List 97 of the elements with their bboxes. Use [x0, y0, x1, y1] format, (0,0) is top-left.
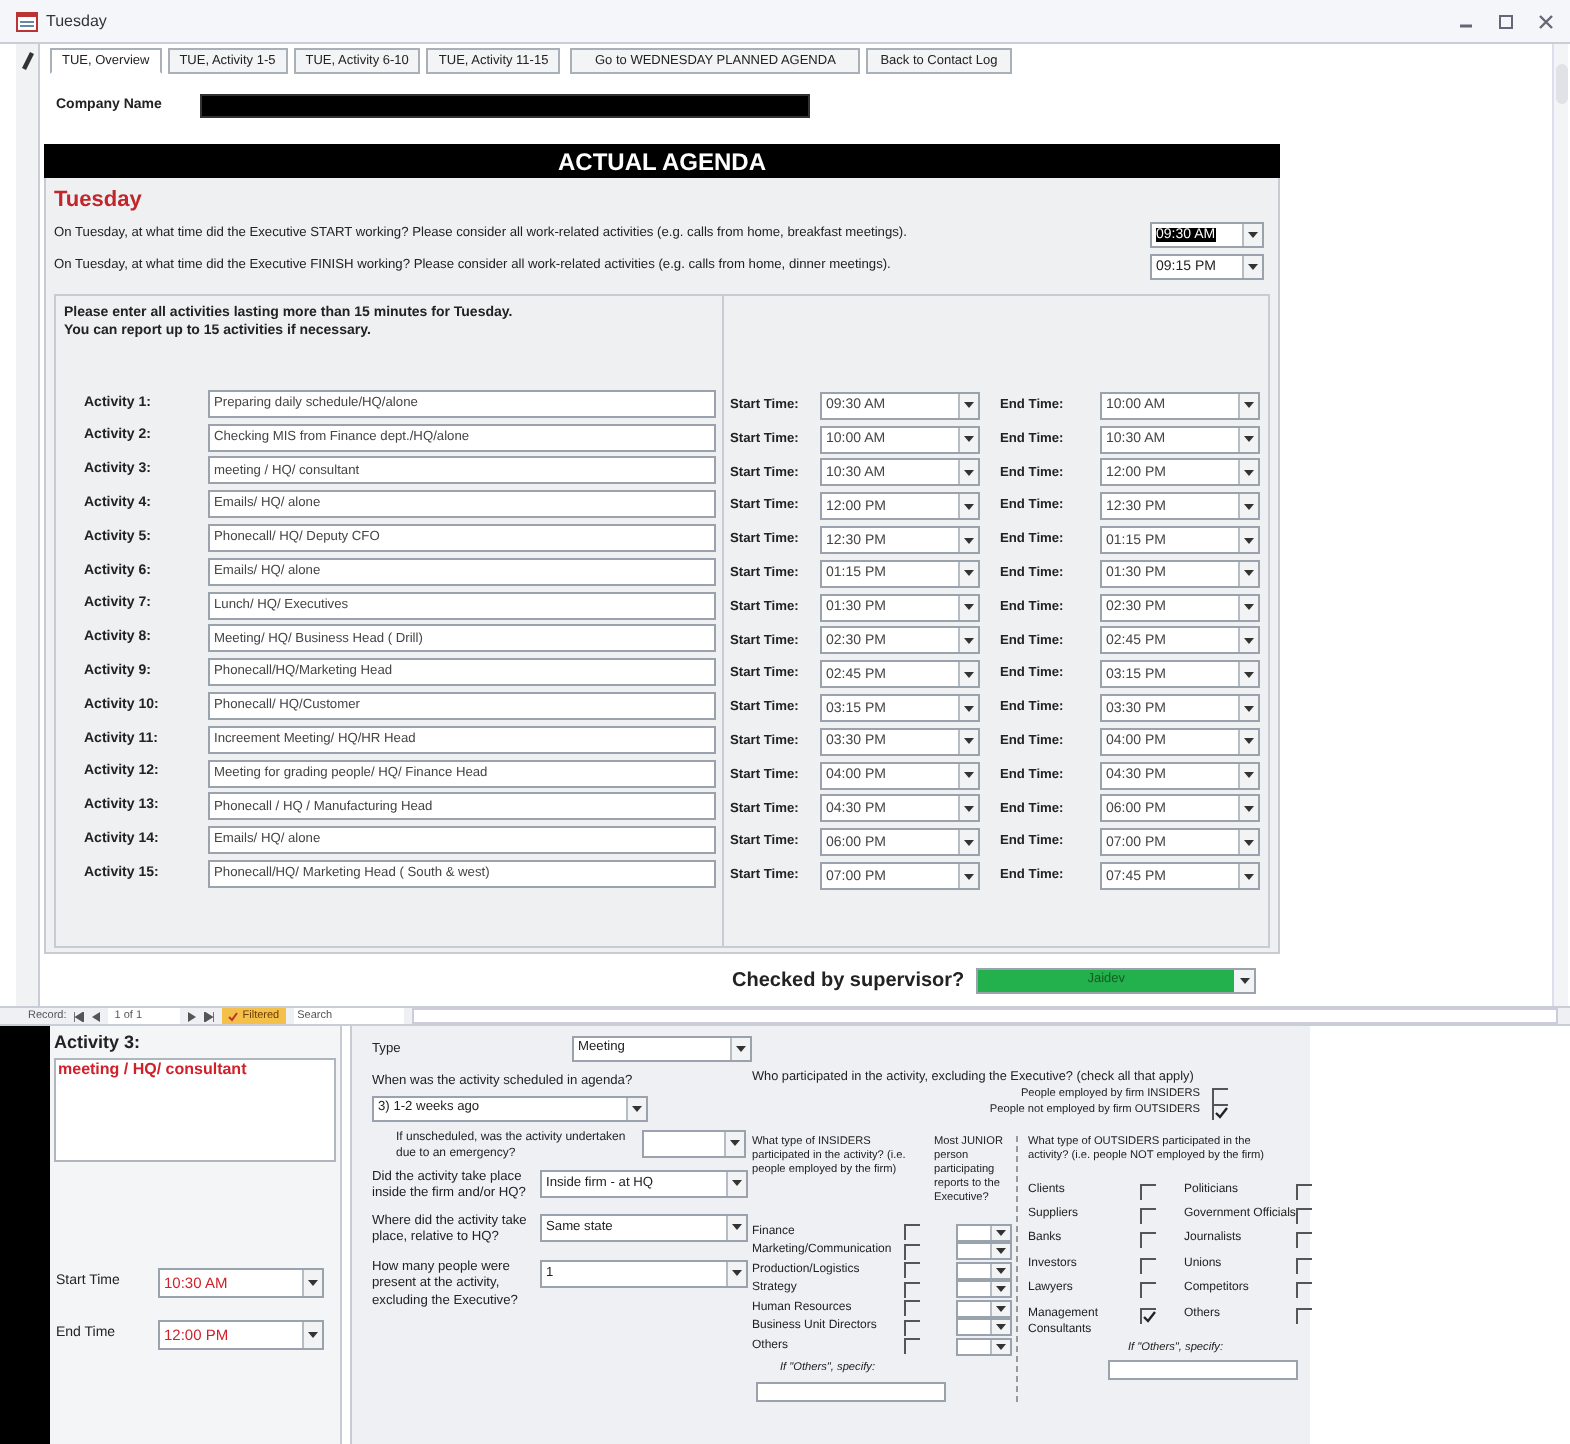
- caret-icon: [1239, 977, 1250, 983]
- caret-icon: [1244, 671, 1254, 678]
- caret-icon: [1248, 263, 1258, 269]
- description-field[interactable]: meeting / HQ/ consultant: [54, 1057, 336, 1161]
- caret-icon: [1244, 738, 1254, 745]
- checkbox[interactable]: [1296, 1257, 1312, 1274]
- caret-icon: [964, 671, 974, 678]
- caret-icon: [1244, 604, 1254, 611]
- dropdown-field[interactable]: [642, 1129, 746, 1158]
- caret-icon: [996, 1324, 1006, 1331]
- caret-icon: [964, 469, 974, 476]
- checkbox[interactable]: [903, 1224, 920, 1241]
- caret-icon: [964, 436, 974, 443]
- caret-icon: [1244, 705, 1254, 712]
- close-icon[interactable]: [1538, 13, 1554, 29]
- caret-icon: [1244, 503, 1254, 510]
- caret-icon: [996, 1286, 1006, 1293]
- caret-icon: [730, 1140, 740, 1147]
- checkbox[interactable]: [1140, 1282, 1156, 1299]
- caret-icon: [1244, 469, 1254, 476]
- caret-icon: [964, 637, 974, 644]
- caret-icon: [996, 1229, 1006, 1236]
- restore-icon[interactable]: [1498, 13, 1514, 29]
- day-heading: Tuesday: [54, 186, 144, 216]
- dropdown-field[interactable]: [956, 1280, 1012, 1299]
- checkbox[interactable]: [1296, 1232, 1312, 1249]
- caret-icon: [1244, 537, 1254, 544]
- checkbox[interactable]: [1212, 1087, 1228, 1104]
- supervisor-label: Checked by supervisor?: [732, 967, 965, 995]
- checkbox[interactable]: [1140, 1208, 1156, 1224]
- pencil-icon: [21, 52, 33, 70]
- last-record-icon[interactable]: [204, 1011, 215, 1021]
- caret-icon: [964, 604, 974, 611]
- checkbox[interactable]: [1140, 1183, 1156, 1200]
- dropdown-field[interactable]: [956, 1318, 1012, 1337]
- caret-icon: [996, 1267, 1006, 1274]
- caret-icon: [308, 1332, 318, 1338]
- caret-icon: [1244, 402, 1254, 409]
- horizontal-scrollbar[interactable]: [411, 1008, 1558, 1024]
- dropdown-field[interactable]: [956, 1242, 1012, 1261]
- caret-icon: [964, 503, 974, 510]
- checkbox[interactable]: [1296, 1282, 1312, 1299]
- check-icon: [228, 1011, 239, 1021]
- next-record-icon[interactable]: [188, 1011, 197, 1021]
- caret-icon: [964, 537, 974, 544]
- caret-icon: [308, 1280, 318, 1286]
- caret-icon: [964, 772, 974, 779]
- caret-icon: [964, 805, 974, 812]
- caret-icon: [964, 570, 974, 577]
- vertical-scrollbar[interactable]: [1552, 44, 1568, 1006]
- caret-icon: [1244, 772, 1254, 779]
- dropdown-field[interactable]: [956, 1337, 1012, 1356]
- caret-icon: [632, 1105, 642, 1112]
- caret-icon: [1244, 436, 1254, 443]
- caret-icon: [1244, 570, 1254, 577]
- caret-icon: [996, 1343, 1006, 1350]
- checkbox[interactable]: [1296, 1307, 1312, 1324]
- caret-icon: [964, 705, 974, 712]
- caret-icon: [964, 402, 974, 409]
- caret-icon: [1248, 231, 1258, 237]
- activity-title: Activity 3:: [54, 1030, 143, 1056]
- section-header: ACTUAL AGENDA: [44, 144, 1280, 178]
- checkbox[interactable]: [903, 1319, 920, 1336]
- caret-icon: [732, 1180, 742, 1187]
- dropdown-field[interactable]: [956, 1299, 1012, 1318]
- form-icon: [16, 11, 38, 31]
- caret-icon: [1244, 637, 1254, 644]
- text-field[interactable]: [756, 1381, 946, 1401]
- caret-icon: [1244, 839, 1254, 846]
- caret-icon: [964, 839, 974, 846]
- checkbox[interactable]: [1212, 1103, 1228, 1120]
- caret-icon: [732, 1270, 742, 1277]
- checkbox[interactable]: [1296, 1208, 1312, 1224]
- first-record-icon[interactable]: [74, 1011, 85, 1021]
- caret-icon: [996, 1305, 1006, 1312]
- company-name-field[interactable]: [200, 94, 810, 118]
- caret-icon: [1244, 805, 1254, 812]
- checkbox[interactable]: [903, 1300, 920, 1317]
- caret-icon: [1244, 873, 1254, 880]
- checkbox[interactable]: [903, 1281, 920, 1298]
- checkbox[interactable]: [903, 1243, 920, 1260]
- checkbox[interactable]: [1140, 1307, 1156, 1324]
- checkbox[interactable]: [1140, 1232, 1156, 1249]
- caret-icon: [964, 738, 974, 745]
- checkbox[interactable]: [903, 1262, 920, 1279]
- checkbox[interactable]: [1296, 1183, 1312, 1200]
- caret-icon: [996, 1248, 1006, 1255]
- checkbox[interactable]: [1140, 1257, 1156, 1274]
- caret-icon: [736, 1046, 746, 1052]
- window-title: Tuesday: [46, 9, 107, 33]
- caret-icon: [964, 873, 974, 880]
- dropdown-field[interactable]: [956, 1261, 1012, 1280]
- caret-icon: [732, 1224, 742, 1231]
- dropdown-field[interactable]: [956, 1223, 1012, 1242]
- checkbox[interactable]: [903, 1338, 920, 1355]
- text-field[interactable]: [1108, 1359, 1298, 1380]
- previous-record-icon[interactable]: [92, 1011, 101, 1021]
